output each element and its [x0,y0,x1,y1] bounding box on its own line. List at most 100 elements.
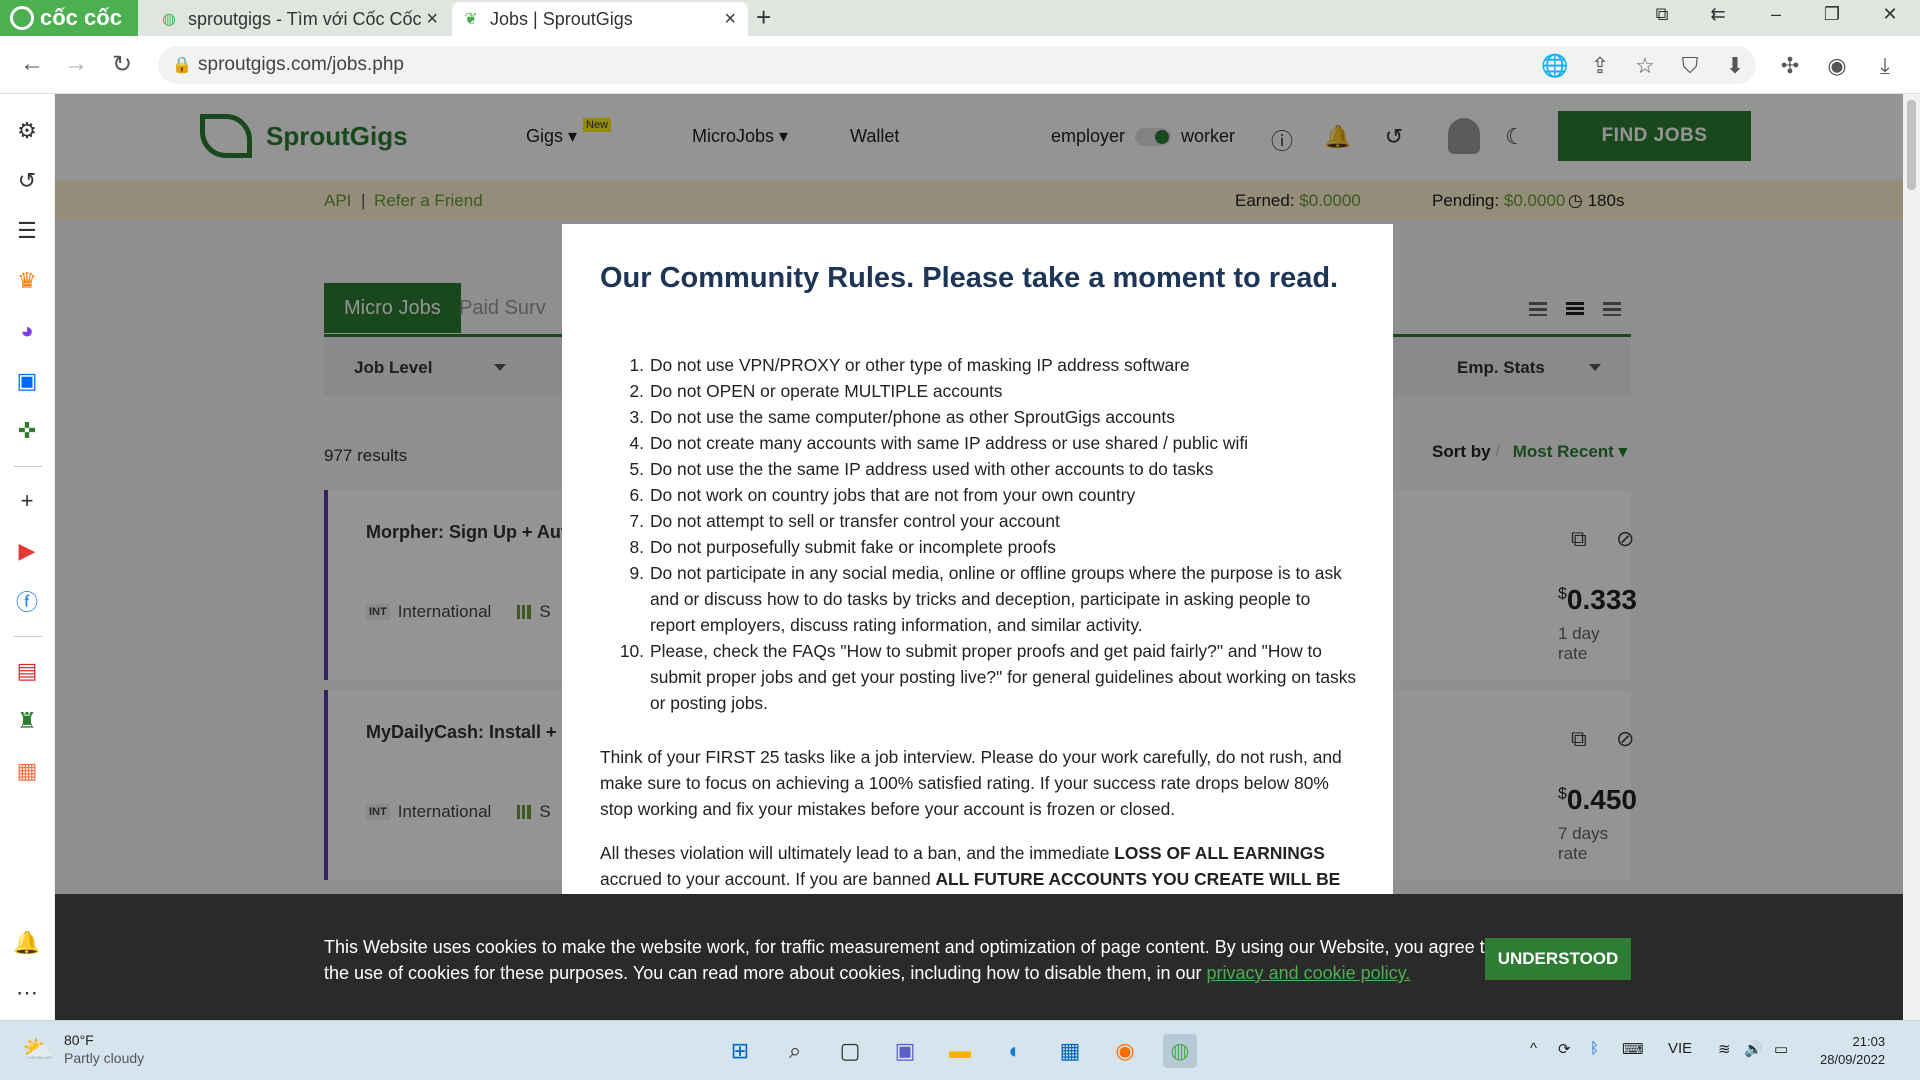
tab-search[interactable]: ◍ sproutgigs - Tìm với Cốc Cốc × [140,2,450,36]
facebook-icon[interactable]: ⓕ [12,586,42,616]
window-close-icon[interactable]: ✕ [1876,4,1904,25]
list-item: 3. Do not use the same computer/phone as … [600,404,1360,430]
downloads-icon[interactable]: ⤓ [1870,53,1900,79]
understood-button[interactable]: UNDERSTOOD [1485,938,1631,980]
browser-logo[interactable]: cốc cốc [0,0,138,36]
list-item: 2. Do not OPEN or operate MULTIPLE accoun… [600,378,1360,404]
rule-text: Do not use the the same IP address used … [650,459,1214,479]
rule-number: 2. [629,381,644,401]
firefox-icon[interactable]: ◉ [1108,1034,1142,1068]
search-icon[interactable]: ⌕ [778,1034,812,1068]
bell-icon[interactable]: 🔔 [12,928,42,958]
violation-paragraph: All theses violation will ultimately lea… [600,840,1360,892]
edge-icon[interactable]: ◐ [998,1034,1032,1068]
rule-number: 6. [629,485,644,505]
rule-number: 8. [629,537,644,557]
back-arrow-icon[interactable]: ← [16,50,48,78]
back-history-icon[interactable]: ⇇ [1704,4,1732,25]
rule-number: 3. [629,407,644,427]
violation-text: All theses violation will ultimately lea… [600,843,1115,863]
privacy-policy-link[interactable]: privacy and cookie policy. [1207,963,1411,983]
task-view-icon[interactable]: ▢ [833,1034,867,1068]
crown-icon[interactable]: ♛ [12,266,42,296]
scrollbar-thumb[interactable] [1907,100,1916,190]
shield-icon[interactable]: ⛉ [1675,53,1705,79]
new-tab-icon[interactable]: + [756,2,771,33]
lock-icon: 🔒 [172,57,192,74]
close-icon[interactable]: × [426,8,438,31]
store-icon[interactable]: ▦ [1053,1034,1087,1068]
volume-icon[interactable]: 🔊 [1744,1040,1763,1058]
more-icon[interactable]: ⋯ [12,978,42,1008]
tab-jobs[interactable]: ❦ Jobs | SproutGigs × [452,2,748,36]
keyboard-icon[interactable]: ⌨ [1622,1040,1644,1058]
list-item: 10. Please, check the FAQs "How to submit… [600,638,1360,716]
rule-text: Please, check the FAQs "How to submit pr… [650,641,1357,713]
profile-icon[interactable]: ◉ [1822,53,1852,79]
extensions-icon[interactable]: ✣ [1775,53,1805,79]
modal-title: Our Community Rules. Please take a momen… [600,262,1339,294]
windows-start-icon[interactable]: ⊞ [723,1034,757,1068]
forward-arrow-icon[interactable]: → [60,50,92,78]
zalo-icon[interactable]: ▣ [12,366,42,396]
violation-bold: LOSS OF ALL EARNINGS [1114,843,1325,863]
violation-text: accrued to your account. If you are bann… [600,869,936,889]
file-explorer-icon[interactable]: ▬ [943,1034,977,1068]
rule-number: 10. [619,641,644,661]
divider [14,636,42,637]
shopping-bag-icon[interactable]: ▤ [12,656,42,686]
bluetooth-icon[interactable]: ᛒ [1590,1040,1599,1057]
coccoc-logo-icon [10,6,34,30]
scrollbar[interactable] [1903,94,1920,1020]
rule-text: Do not OPEN or operate MULTIPLE accounts [650,381,1003,401]
violation-bold: ALL FUTURE ACCOUNTS YOU CREATE WILL BE [935,869,1341,889]
close-icon[interactable]: × [724,8,736,31]
address-bar: ← → ↻ 🔒 sproutgigs.com/jobs.php 🌐 ⇪ ☆ ⛉ … [0,36,1920,94]
gamepad-icon[interactable]: ✜ [12,416,42,446]
coccoc-taskbar-icon[interactable]: ◍ [1163,1034,1197,1068]
reload-icon[interactable]: ↻ [106,50,138,79]
divider [14,466,42,467]
os-taskbar: ⛅ 80°F Partly cloudy ⊞ ⌕ ▢ ▣ ▬ ◐ ▦ ◉ ◍ ^… [0,1020,1920,1080]
store-icon[interactable]: ▦ [12,756,42,786]
translate-icon[interactable]: 🌐 [1540,53,1570,79]
settings-gear-icon[interactable]: ⚙ [12,116,42,146]
restore-icon[interactable]: ❐ [1818,4,1846,25]
graduation-icon[interactable]: ♜ [12,706,42,736]
rule-text: Do not purposefully submit fake or incom… [650,537,1056,557]
partly-cloudy-icon: ⛅ [22,1034,55,1064]
browser-tab-bar: cốc cốc ◍ sproutgigs - Tìm với Cốc Cốc ×… [0,0,1920,36]
add-icon[interactable]: + [12,486,42,516]
download-page-icon[interactable]: ⬇ [1720,53,1750,79]
teams-chat-icon[interactable]: ▣ [888,1034,922,1068]
rule-number: 1. [629,355,644,375]
rule-number: 5. [629,459,644,479]
cookie-banner: This Website uses cookies to make the we… [55,894,1903,1020]
list-item: 9. Do not participate in any social media… [600,560,1360,638]
reading-list-icon[interactable]: ☰ [12,216,42,246]
browser-sidebar: ⚙ ↺ ☰ ♛ ◕ ▣ ✜ + ▶ ⓕ ▤ ♜ ▦ 🔔 ⋯ [0,94,55,1020]
wifi-icon[interactable]: ≋ [1718,1040,1731,1058]
list-item: 8. Do not purposefully submit fake or inc… [600,534,1360,560]
tab-search-icon[interactable]: ⧉ [1648,4,1676,25]
clock-time: 21:03 [1852,1034,1886,1049]
battery-icon[interactable]: ▭ [1774,1040,1788,1058]
messenger-icon[interactable]: ◕ [12,316,42,346]
sync-icon[interactable]: ⟳ [1558,1040,1571,1058]
url-field[interactable]: 🔒 sproutgigs.com/jobs.php [158,46,1756,84]
list-item: 7. Do not attempt to sell or transfer con… [600,508,1360,534]
minimize-icon[interactable]: – [1762,4,1790,25]
rules-list: 1. Do not use VPN/PROXY or other type of … [600,352,1360,716]
system-clock[interactable]: 21:03 28/09/2022 [1820,1033,1885,1069]
chevron-up-icon[interactable]: ^ [1530,1040,1537,1057]
rule-text: Do not use the same computer/phone as ot… [650,407,1175,427]
language-indicator[interactable]: VIE [1668,1040,1692,1057]
weather-widget[interactable]: ⛅ 80°F Partly cloudy [22,1031,144,1067]
list-item: 6. Do not work on country jobs that are n… [600,482,1360,508]
history-icon[interactable]: ↺ [12,166,42,196]
bookmark-star-icon[interactable]: ☆ [1630,53,1660,79]
share-icon[interactable]: ⇪ [1585,53,1615,79]
community-rules-modal: Our Community Rules. Please take a momen… [562,224,1393,904]
youtube-icon[interactable]: ▶ [12,536,42,566]
cookie-text: This Website uses cookies to make the we… [324,934,1504,986]
